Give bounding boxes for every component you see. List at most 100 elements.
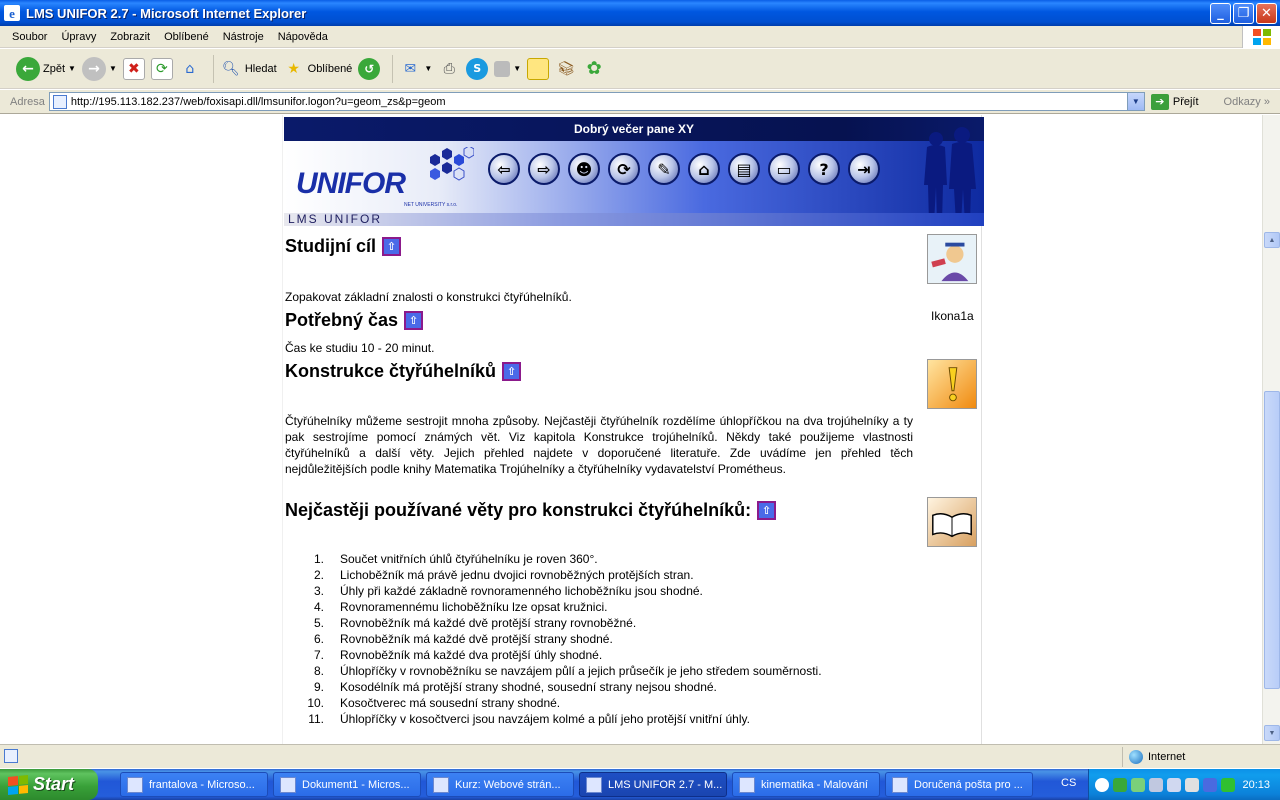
notes-button[interactable]	[527, 57, 550, 80]
tray-display-icon[interactable]	[1167, 777, 1181, 792]
tray-heart-icon[interactable]	[1131, 777, 1145, 792]
nav-home-icon[interactable]: ⌂	[688, 153, 720, 185]
nav-board-icon[interactable]: ▤	[728, 153, 760, 185]
chevron-down-icon[interactable]: ▼	[1126, 93, 1144, 110]
back-to-top-icon[interactable]: ⇧	[502, 362, 522, 381]
menu-favorites[interactable]: Oblíbené	[164, 31, 209, 43]
construction-heading-text: Konstrukce čtyřúhelníků	[285, 361, 497, 381]
menu-help[interactable]: Nápověda	[278, 31, 328, 43]
nav-notes-icon[interactable]: ✎	[648, 153, 680, 185]
construction-heading: Konstrukce čtyřúhelníků ⇧	[285, 361, 522, 382]
svg-text:e: e	[9, 6, 15, 21]
nav-book-icon[interactable]: ▭	[768, 153, 800, 185]
go-button[interactable]: ➔ Přejít	[1150, 93, 1199, 110]
minimize-button[interactable]: _	[1210, 3, 1231, 24]
title-bar: e LMS UNIFOR 2.7 - Microsoft Internet Ex…	[0, 0, 1280, 26]
close-button[interactable]: ✕	[1256, 3, 1277, 24]
tray-monitor-icon[interactable]	[1185, 777, 1199, 792]
list-item: 5. Rovnoběžník má každé dvě protější stra…	[313, 616, 637, 630]
list-item: 10. Kosočtverec má sousední strany shodné…	[307, 696, 561, 710]
taskbar-item-frantalova[interactable]: frantalova - Microso...	[120, 772, 268, 797]
menu-tools[interactable]: Nástroje	[223, 31, 264, 43]
logo-subtitle: NET UNIVERSITY s.r.o.	[404, 202, 458, 208]
note-icon	[527, 57, 550, 80]
address-input[interactable]: http://195.113.182.237/web/foxisapi.dll/…	[48, 92, 1145, 111]
scroll-down-button[interactable]: ▼	[1264, 725, 1280, 741]
back-to-top-icon[interactable]: ⇧	[757, 501, 777, 520]
tray-flower-icon[interactable]	[1113, 777, 1127, 792]
start-button[interactable]: Start	[0, 769, 98, 800]
list-item: 1. Součet vnitřních úhlů čtyřúhelníku je …	[313, 552, 598, 566]
refresh-icon: ⟳	[150, 57, 173, 80]
list-item: 8. Úhlopříčky v rovnoběžníku se navzájem …	[313, 664, 822, 678]
vertical-scrollbar[interactable]: ▲ ▼	[1262, 115, 1280, 744]
taskbar-item-kurz[interactable]: Kurz: Webové strán...	[426, 772, 574, 797]
menu-view[interactable]: Zobrazit	[110, 31, 150, 43]
skype-button[interactable]: S	[466, 57, 489, 80]
clock: 20:13	[1242, 778, 1270, 791]
language-indicator[interactable]: CS	[1061, 777, 1076, 789]
tray-expand-icon[interactable]	[1095, 777, 1109, 792]
scroll-up-button[interactable]: ▲	[1264, 232, 1280, 248]
back-button[interactable]: ← Zpět ▼	[16, 56, 76, 81]
messenger-button[interactable]: ✿	[583, 58, 605, 80]
menu-file[interactable]: Soubor	[12, 31, 47, 43]
links-button[interactable]: Odkazy »	[1224, 96, 1270, 108]
history-button[interactable]: ↺	[358, 57, 381, 80]
nav-help-icon[interactable]: ?	[808, 153, 840, 185]
taskbar-item-lms-unifor[interactable]: LMS UNIFOR 2.7 - M...	[579, 772, 727, 797]
research-button[interactable]: 📚︎	[555, 58, 577, 80]
nav-speaker-icon[interactable]: ☻	[568, 153, 600, 185]
go-label: Přejít	[1172, 95, 1199, 108]
nav-back-icon[interactable]: ⇦	[488, 153, 520, 185]
list-item: 11. Úhlopříčky v kosočtverci jsou navzáje…	[308, 712, 750, 726]
refresh-button[interactable]: ⟳	[150, 57, 173, 80]
nav-forward-icon[interactable]: ⇨	[528, 153, 560, 185]
scroll-thumb[interactable]	[1264, 391, 1280, 689]
search-button[interactable]: 🔍︎ Hledat	[220, 58, 277, 80]
time-text: Čas ke studiu 10 - 20 minut.	[285, 341, 435, 355]
maximize-button[interactable]: ❐	[1233, 3, 1254, 24]
construction-text: Čtyřúhelníky můžeme sestrojit mnoha způs…	[285, 414, 913, 476]
nav-refresh-icon[interactable]: ⟳	[608, 153, 640, 185]
page-icon	[4, 749, 18, 763]
back-to-top-icon[interactable]: ⇧	[404, 311, 424, 330]
forward-button[interactable]: → ▼	[81, 56, 117, 81]
menu-edit[interactable]: Úpravy	[61, 31, 96, 43]
status-bar: Internet	[0, 744, 1280, 768]
chevron-down-icon[interactable]: ▼	[68, 64, 76, 73]
list-item: 2. Lichoběžník má právě jednu dvojici rov…	[313, 568, 694, 582]
nav-exit-icon[interactable]: ⇥	[848, 153, 880, 185]
edit-button[interactable]: ▼	[494, 60, 521, 77]
stop-icon: ✖	[122, 57, 145, 80]
taskbar-item-dokument1[interactable]: Dokument1 - Micros...	[273, 772, 421, 797]
word-icon	[280, 776, 296, 793]
rules-heading-text: Nejčastěji používané věty pro konstrukci…	[285, 500, 752, 520]
word-icon	[127, 776, 143, 793]
print-button[interactable]: ⎙	[438, 58, 460, 80]
goal-heading-text: Studijní cíl	[285, 236, 377, 256]
tray-disc-icon[interactable]	[1203, 777, 1217, 792]
list-item: 6. Rovnoběžník má každé dvě protější stra…	[313, 632, 613, 646]
favorites-button[interactable]: ★ Oblíbené	[283, 58, 352, 80]
paint-icon	[739, 776, 755, 793]
skype-icon: S	[466, 57, 489, 80]
chevron-down-icon[interactable]: ▼	[109, 64, 117, 73]
taskbar-item-posta[interactable]: Doručená pošta pro ...	[885, 772, 1033, 797]
tray-wireless-icon[interactable]	[1221, 777, 1235, 792]
banner: Dobrý večer pane XY UNIFOR NET UNIVERSIT…	[284, 117, 984, 226]
taskbar-item-kinematika[interactable]: kinematika - Malování	[732, 772, 880, 797]
address-url[interactable]: http://195.113.182.237/web/foxisapi.dll/…	[71, 96, 446, 108]
back-to-top-icon[interactable]: ⇧	[382, 237, 402, 256]
mail-button[interactable]: ✉ ▼	[399, 58, 432, 80]
hexagon-logo-icon	[430, 147, 474, 181]
rules-list: 1. Součet vnitřních úhlů čtyřúhelníku je …	[300, 551, 822, 727]
stop-button[interactable]: ✖	[122, 57, 145, 80]
chevron-down-icon[interactable]: ▼	[424, 64, 432, 73]
edit-icon	[494, 60, 511, 77]
home-button[interactable]: ⌂	[179, 58, 201, 80]
printer-icon: ⎙	[443, 60, 455, 77]
tray-network-icon[interactable]	[1149, 777, 1163, 792]
windows-logo-icon	[1242, 26, 1280, 48]
chevron-down-icon[interactable]: ▼	[513, 64, 521, 73]
